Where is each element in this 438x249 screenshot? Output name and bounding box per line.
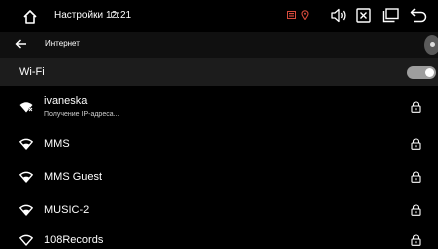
lock-icon	[411, 204, 421, 216]
location-icon	[301, 10, 309, 20]
arrow-back-icon[interactable]	[15, 38, 27, 50]
close-app-icon[interactable]	[356, 8, 371, 23]
wifi-toggle[interactable]	[407, 66, 436, 79]
wifi-label: Wi-Fi	[19, 66, 45, 78]
network-name: MUSIC-2	[44, 204, 90, 216]
wifi-signal-icon	[19, 204, 33, 216]
clock: 12:21	[106, 10, 132, 21]
menu-dot-icon	[430, 42, 435, 47]
network-name: ivaneska	[44, 95, 88, 107]
network-item[interactable]: ivaneska Получение IP-адреса...	[0, 86, 438, 124]
wifi-signal-icon	[19, 171, 33, 183]
status-bar: Настройки 12:21	[0, 0, 438, 32]
wifi-weak-icon	[19, 234, 33, 246]
volume-icon[interactable]	[330, 7, 348, 24]
network-name: MMS	[44, 138, 70, 150]
wifi-connecting-icon	[19, 102, 33, 113]
lock-icon	[411, 171, 421, 183]
overflow-menu-button[interactable]	[424, 35, 438, 55]
network-status: Получение IP-адреса...	[44, 111, 120, 118]
home-icon[interactable]	[22, 9, 38, 25]
toggle-knob	[425, 68, 434, 77]
lock-icon	[411, 101, 421, 113]
wifi-signal-icon	[19, 138, 33, 150]
notification-icon	[287, 11, 296, 19]
back-icon[interactable]	[410, 7, 427, 24]
screen-cast-icon	[111, 12, 118, 18]
network-item[interactable]: MUSIC-2	[0, 192, 438, 228]
status-title: Настройки 12:21	[54, 9, 134, 23]
recent-apps-icon[interactable]	[382, 8, 399, 23]
network-item[interactable]: MMS Guest	[0, 163, 438, 192]
lock-icon	[411, 234, 421, 246]
network-name: 108Records	[44, 234, 104, 246]
app-name: Настройки	[54, 10, 104, 21]
network-item[interactable]: 108Records	[0, 228, 438, 249]
lock-icon	[411, 138, 421, 150]
wifi-toggle-row[interactable]: Wi-Fi	[0, 58, 438, 86]
network-name: MMS Guest	[44, 171, 103, 183]
network-item[interactable]: MMS	[0, 124, 438, 163]
page-title: Интернет	[45, 39, 80, 48]
page-header: Интернет	[0, 32, 438, 58]
